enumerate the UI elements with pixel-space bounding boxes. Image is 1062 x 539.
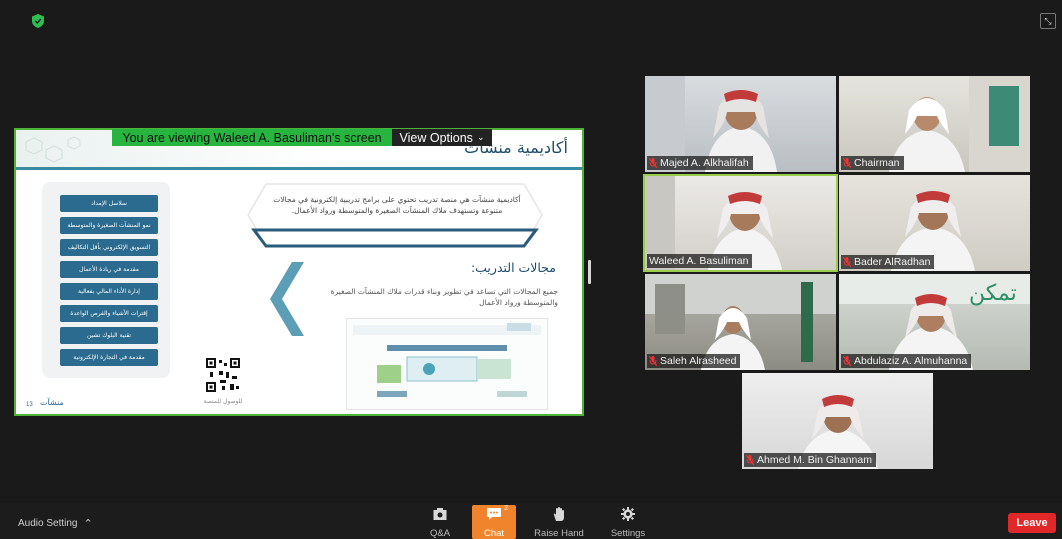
qr-caption: للوصول للمنصة bbox=[203, 398, 243, 405]
muted-mic-icon bbox=[746, 455, 754, 465]
participant-name-tag: Chairman bbox=[841, 156, 904, 170]
chat-label: Chat bbox=[483, 528, 505, 539]
course-item: تقنية البلوك تشين bbox=[60, 327, 158, 344]
participant-video-tile[interactable]: Chairman bbox=[839, 76, 1030, 172]
participant-name: Ahmed M. Bin Ghannam bbox=[757, 454, 872, 466]
muted-mic-icon bbox=[649, 158, 657, 168]
exit-fullscreen-icon[interactable]: ⤡ bbox=[1040, 13, 1056, 29]
qa-icon bbox=[433, 507, 447, 520]
course-item: نمو المنشآت الصغيرة والمتوسطة bbox=[60, 217, 158, 234]
training-fields-title: مجالات التدريب: bbox=[470, 260, 556, 275]
screen-share-banner-text: You are viewing Waleed A. Basuliman's sc… bbox=[122, 130, 382, 145]
participant-video-tile[interactable]: Bader AlRadhan bbox=[839, 175, 1030, 271]
participant-name: Majed A. Alkhalifah bbox=[660, 157, 749, 169]
hexagon-pattern-decoration bbox=[25, 136, 81, 163]
screen-share-banner: You are viewing Waleed A. Basuliman's sc… bbox=[112, 129, 392, 146]
shared-screen: أكاديمية منشآت سلاسل الإمداد نمو المنشآت… bbox=[14, 128, 584, 416]
participant-name: Waleed A. Basuliman bbox=[649, 255, 749, 267]
participant-video-tile[interactable]: ﺗﻤﻜﻦ Abdulaziz A. Almuhanna bbox=[839, 274, 1030, 370]
participant-video-tile[interactable]: Saleh Alrasheed bbox=[645, 274, 836, 370]
settings-button[interactable]: Settings bbox=[606, 505, 650, 539]
participant-name: Saleh Alrasheed bbox=[660, 355, 737, 367]
course-menu-panel: سلاسل الإمداد نمو المنشآت الصغيرة والمتو… bbox=[42, 182, 170, 378]
participant-name: Chairman bbox=[854, 157, 900, 169]
training-fields-text: جميع المجالات التي تساعد في تطوير وبناء … bbox=[330, 287, 558, 307]
svg-text:ﺗﻤﻜﻦ: ﺗﻤﻜﻦ bbox=[969, 281, 1017, 306]
panel-resize-handle[interactable] bbox=[588, 260, 591, 284]
chat-unread-badge: 2 bbox=[504, 505, 508, 512]
course-item: التسويق الإلكتروني بأقل التكاليف bbox=[60, 239, 158, 256]
course-item: مقدمة في التجارة الإلكترونية bbox=[60, 349, 158, 366]
muted-mic-icon bbox=[843, 158, 851, 168]
participant-video-tile-active-speaker[interactable]: Waleed A. Basuliman bbox=[643, 174, 838, 272]
participant-name-tag: Abdulaziz A. Almuhanna bbox=[841, 354, 972, 368]
muted-mic-icon bbox=[843, 356, 851, 366]
chevron-up-icon: ⌃ bbox=[83, 518, 93, 530]
audio-setting-label: Audio Setting bbox=[18, 518, 78, 529]
chat-icon bbox=[487, 508, 501, 520]
qr-code bbox=[206, 358, 240, 392]
leave-label: Leave bbox=[1016, 517, 1048, 529]
participant-video-tile[interactable]: Majed A. Alkhalifah bbox=[645, 76, 836, 172]
course-item: مقدمة في ريادة الأعمال bbox=[60, 261, 158, 278]
course-item: إقترات الأشياء والفرص الواعدة bbox=[60, 305, 158, 322]
slide-page-number: 13 bbox=[26, 402, 33, 408]
view-options-label: View Options bbox=[399, 130, 473, 145]
participant-name-tag: Ahmed M. Bin Ghannam bbox=[744, 453, 876, 467]
muted-mic-icon bbox=[649, 356, 657, 366]
chat-button[interactable]: Chat 2 bbox=[472, 505, 516, 539]
course-item: إدارة الأداء المالي بفعالية bbox=[60, 283, 158, 300]
course-item: سلاسل الإمداد bbox=[60, 195, 158, 212]
participant-name-tag: Waleed A. Basuliman bbox=[647, 254, 753, 268]
chevron-down-icon: ⌄ bbox=[476, 132, 485, 142]
raise-hand-label: Raise Hand bbox=[534, 528, 584, 539]
intro-text: أكاديمية منشآت هي منصة تدريب تحتوي على ب… bbox=[273, 195, 521, 215]
participant-video-tile[interactable]: Ahmed M. Bin Ghannam bbox=[742, 373, 933, 469]
participant-name-tag: Bader AlRadhan bbox=[841, 255, 935, 269]
participant-name: Bader AlRadhan bbox=[854, 256, 931, 268]
participant-name-tag: Saleh Alrasheed bbox=[647, 354, 741, 368]
raise-hand-icon bbox=[553, 507, 564, 521]
settings-label: Settings bbox=[610, 528, 646, 539]
participant-name: Abdulaziz A. Almuhanna bbox=[854, 355, 968, 367]
meeting-toolbar: Audio Setting ⌃ Q&A Chat 2 Raise Hand Se… bbox=[0, 503, 1062, 539]
participant-name-tag: Majed A. Alkhalifah bbox=[647, 156, 753, 170]
shield-icon bbox=[32, 14, 44, 28]
leave-button[interactable]: Leave bbox=[1008, 513, 1056, 533]
brand-logo: منشآت bbox=[40, 398, 64, 407]
raise-hand-button[interactable]: Raise Hand bbox=[532, 505, 586, 539]
view-options-button[interactable]: View Options ⌄ bbox=[392, 129, 492, 146]
gear-icon bbox=[621, 507, 635, 521]
qa-label: Q&A bbox=[429, 528, 451, 539]
audio-setting-button[interactable]: Audio Setting ⌃ bbox=[18, 517, 93, 530]
muted-mic-icon bbox=[843, 257, 851, 267]
platform-infographic bbox=[346, 318, 548, 410]
qa-button[interactable]: Q&A bbox=[418, 505, 462, 539]
